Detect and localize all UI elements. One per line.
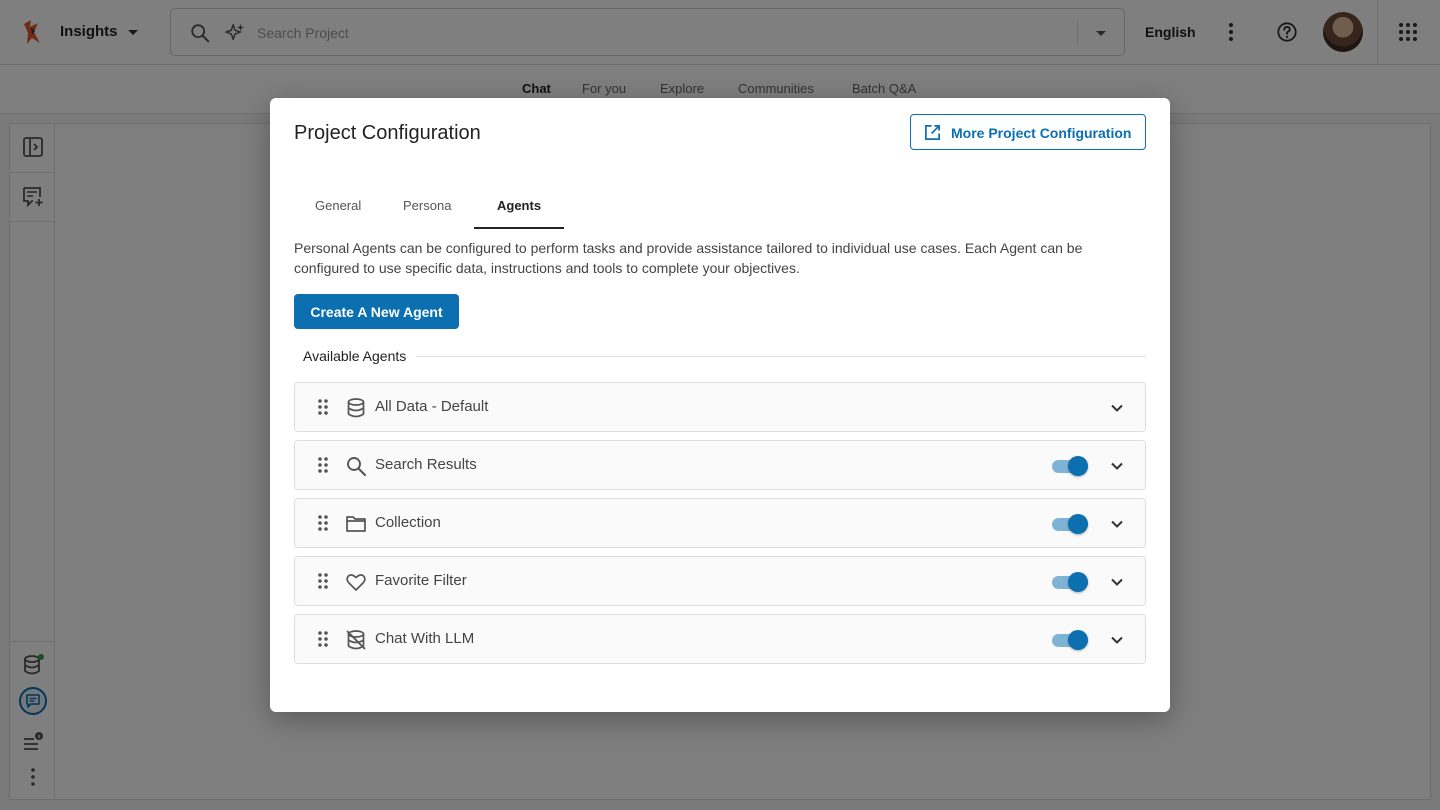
search-icon: [347, 457, 367, 477]
project-configuration-dialog: Project Configuration More Project Confi…: [270, 98, 1170, 712]
agent-row-chat-with-llm[interactable]: Chat With LLM: [294, 614, 1146, 664]
more-project-configuration-button[interactable]: More Project Configuration: [910, 114, 1146, 150]
chevron-down-icon[interactable]: [1108, 631, 1126, 649]
open-external-icon: [925, 125, 940, 140]
tab-persona[interactable]: Persona: [403, 198, 451, 213]
agent-row-search-results[interactable]: Search Results: [294, 440, 1146, 490]
drag-handle-icon[interactable]: [317, 630, 329, 648]
chevron-down-icon[interactable]: [1108, 573, 1126, 591]
agent-enabled-toggle[interactable]: [1050, 455, 1090, 477]
agent-name: Favorite Filter: [375, 572, 467, 589]
agent-enabled-toggle[interactable]: [1050, 571, 1090, 593]
agent-name: All Data - Default: [375, 398, 489, 415]
agent-name: Chat With LLM: [375, 630, 475, 647]
folder-icon: [346, 516, 366, 532]
dialog-title: Project Configuration: [294, 122, 481, 144]
create-new-agent-button[interactable]: Create A New Agent: [294, 294, 459, 329]
chevron-down-icon[interactable]: [1108, 515, 1126, 533]
available-agents-heading: Available Agents: [303, 348, 407, 364]
llm-off-icon: [346, 630, 366, 650]
chevron-down-icon[interactable]: [1108, 399, 1126, 417]
agent-row-collection[interactable]: Collection: [294, 498, 1146, 548]
drag-handle-icon[interactable]: [317, 456, 329, 474]
heart-icon: [346, 574, 366, 591]
tab-agents[interactable]: Agents: [497, 198, 541, 213]
agent-row-all-data[interactable]: All Data - Default: [294, 382, 1146, 432]
agent-enabled-toggle[interactable]: [1050, 513, 1090, 535]
drag-handle-icon[interactable]: [317, 514, 329, 532]
agent-name: Collection: [375, 514, 441, 531]
agent-enabled-toggle[interactable]: [1050, 629, 1090, 651]
more-project-configuration-label: More Project Configuration: [951, 125, 1132, 141]
database-icon: [347, 398, 365, 418]
chevron-down-icon[interactable]: [1108, 457, 1126, 475]
tab-general[interactable]: General: [315, 198, 361, 213]
agent-row-favorite-filter[interactable]: Favorite Filter: [294, 556, 1146, 606]
agents-description: Personal Agents can be configured to per…: [294, 240, 1083, 276]
agent-name: Search Results: [375, 456, 477, 473]
drag-handle-icon[interactable]: [317, 398, 329, 416]
drag-handle-icon[interactable]: [317, 572, 329, 590]
active-tab-indicator: [474, 227, 564, 229]
section-divider: [416, 356, 1146, 357]
